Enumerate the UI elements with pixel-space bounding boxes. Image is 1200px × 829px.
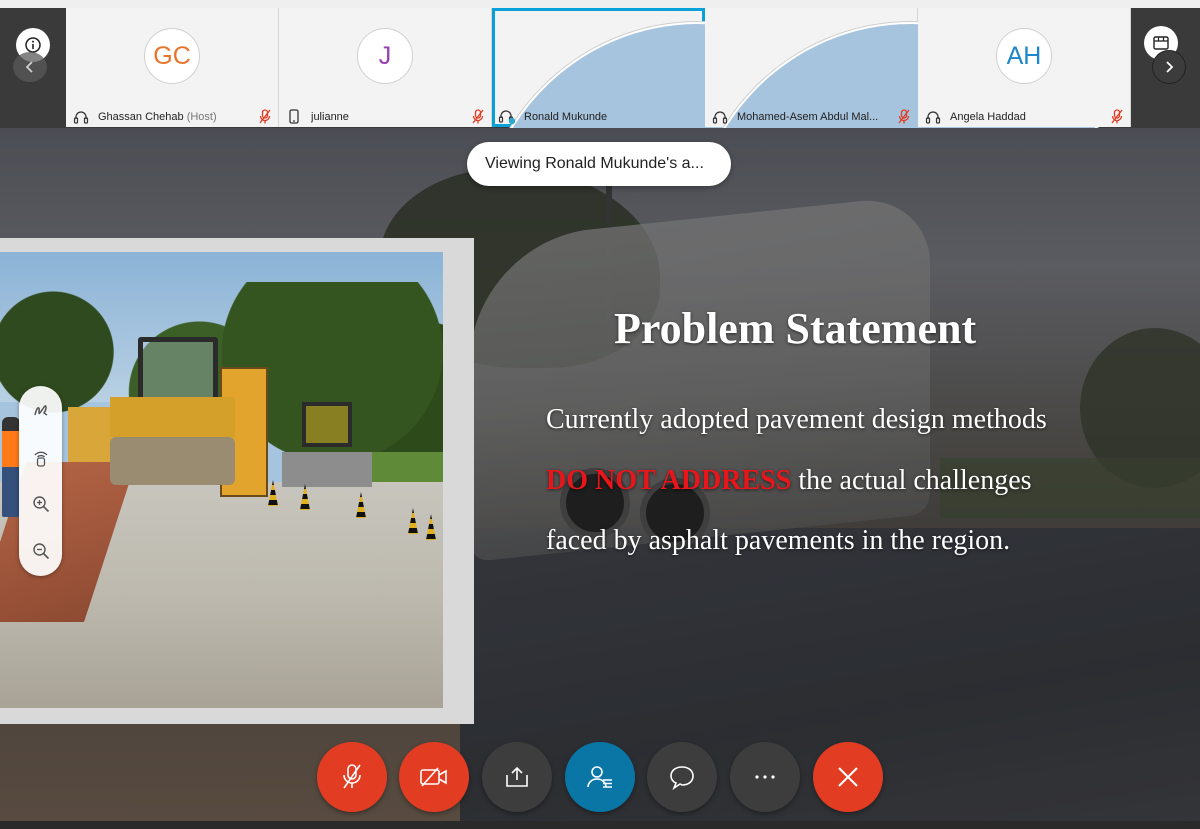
- participant-name: julianne: [311, 110, 349, 123]
- photo-loader: [282, 402, 372, 487]
- mic-muted-icon: [1110, 108, 1124, 125]
- host-label: (Host): [186, 110, 217, 123]
- participant-name: Ghassan Chehab (Host): [98, 110, 217, 123]
- chevron-right-icon: [1166, 61, 1174, 73]
- zoom-out-icon: [33, 543, 50, 560]
- participant-tile-active[interactable]: Ronald Mukunde: [476, 8, 919, 478]
- mic-muted-icon: [897, 108, 911, 125]
- loader-cab: [302, 402, 352, 447]
- slide-body-text: Currently adopted pavement design method…: [546, 390, 1066, 572]
- zoom-in-button[interactable]: [27, 490, 55, 518]
- participants-icon: [587, 766, 612, 788]
- remote-control-button[interactable]: [27, 443, 55, 471]
- stop-video-button[interactable]: [399, 742, 469, 812]
- headset-icon: [72, 109, 90, 125]
- video-off-icon: [420, 767, 447, 787]
- chevron-left-icon: [25, 61, 33, 73]
- photo-road-roller: [110, 337, 235, 485]
- window-bottom-edge: [0, 821, 1200, 829]
- mic-muted-icon: [258, 108, 272, 125]
- participant-tile[interactable]: GC Ghassan Chehab (Host): [66, 8, 279, 127]
- share-icon: [506, 766, 528, 787]
- slide-photo-frame: [0, 238, 474, 724]
- participants-button[interactable]: [565, 742, 635, 812]
- participant-strip: GC Ghassan Chehab (Host) J julianne Rona…: [0, 0, 1200, 478]
- participant-name: Ronald Mukunde: [524, 110, 608, 123]
- more-icon: [755, 775, 775, 779]
- more-options-button[interactable]: [730, 742, 800, 812]
- share-button[interactable]: [482, 742, 552, 812]
- strip-prev-button[interactable]: [13, 52, 47, 82]
- participant-tiles: GC Ghassan Chehab (Host) J julianne Rona…: [66, 8, 1132, 478]
- meeting-window: GC Ghassan Chehab (Host) J julianne Rona…: [0, 0, 1200, 829]
- viewing-notification: Viewing Ronald Mukunde's a...: [467, 142, 731, 186]
- annotation-toolbar: [19, 386, 62, 576]
- slide-title: Problem Statement: [614, 304, 977, 353]
- pen-squiggle-icon: [34, 405, 48, 416]
- shared-content: Problem Statement Currently adopted pave…: [0, 128, 1200, 821]
- slide-emphasis: DO NOT ADDRESS: [546, 464, 792, 496]
- headset-icon: [924, 109, 942, 125]
- tile-name-row: Angela Haddad: [918, 106, 1130, 127]
- roller-body: [110, 397, 235, 437]
- remote-control-icon: [34, 451, 48, 467]
- headset-speaking-icon: [498, 109, 516, 125]
- avatar: AH: [996, 28, 1052, 84]
- layout-icon: [1153, 36, 1169, 50]
- road-construction-photo: [0, 252, 443, 708]
- tile-name-row: Ronald Mukunde: [492, 106, 704, 127]
- avatar: GC: [144, 28, 200, 84]
- headset-icon: [711, 109, 729, 125]
- strip-next-button[interactable]: [1152, 50, 1186, 84]
- mic-off-icon: [343, 764, 361, 789]
- roller-cab: [138, 337, 218, 402]
- mute-button[interactable]: [317, 742, 387, 812]
- slide-body-part: Currently adopted pavement design method…: [546, 404, 1047, 435]
- mic-muted-icon: [471, 108, 485, 125]
- strip-top-edge: [0, 0, 1200, 8]
- participant-tile[interactable]: AH Angela Haddad: [918, 8, 1131, 127]
- tile-name-row: julianne: [279, 106, 491, 127]
- avatar: J: [357, 28, 413, 84]
- zoom-out-button[interactable]: [27, 537, 55, 565]
- meeting-controls: [0, 742, 1200, 814]
- participant-name: Mohamed-Asem Abdul Mal...: [737, 110, 879, 123]
- zoom-in-icon: [33, 496, 50, 513]
- participant-tile[interactable]: Mohamed-Asem Abdul Mal...: [689, 8, 1132, 478]
- annotate-button[interactable]: [27, 396, 55, 424]
- participant-tile[interactable]: J julianne: [279, 8, 492, 127]
- tile-name-row: Mohamed-Asem Abdul Mal...: [705, 106, 917, 127]
- phone-icon: [285, 109, 303, 125]
- roller-drum: [110, 437, 235, 485]
- loader-blade: [282, 452, 372, 487]
- leave-meeting-button[interactable]: [813, 742, 883, 812]
- photo-worker: [2, 417, 20, 517]
- close-icon: [838, 767, 858, 787]
- info-icon: [25, 37, 41, 53]
- chat-icon: [670, 766, 694, 790]
- participant-name: Angela Haddad: [950, 110, 1026, 123]
- chat-button[interactable]: [647, 742, 717, 812]
- tile-name-row: Ghassan Chehab (Host): [66, 106, 278, 127]
